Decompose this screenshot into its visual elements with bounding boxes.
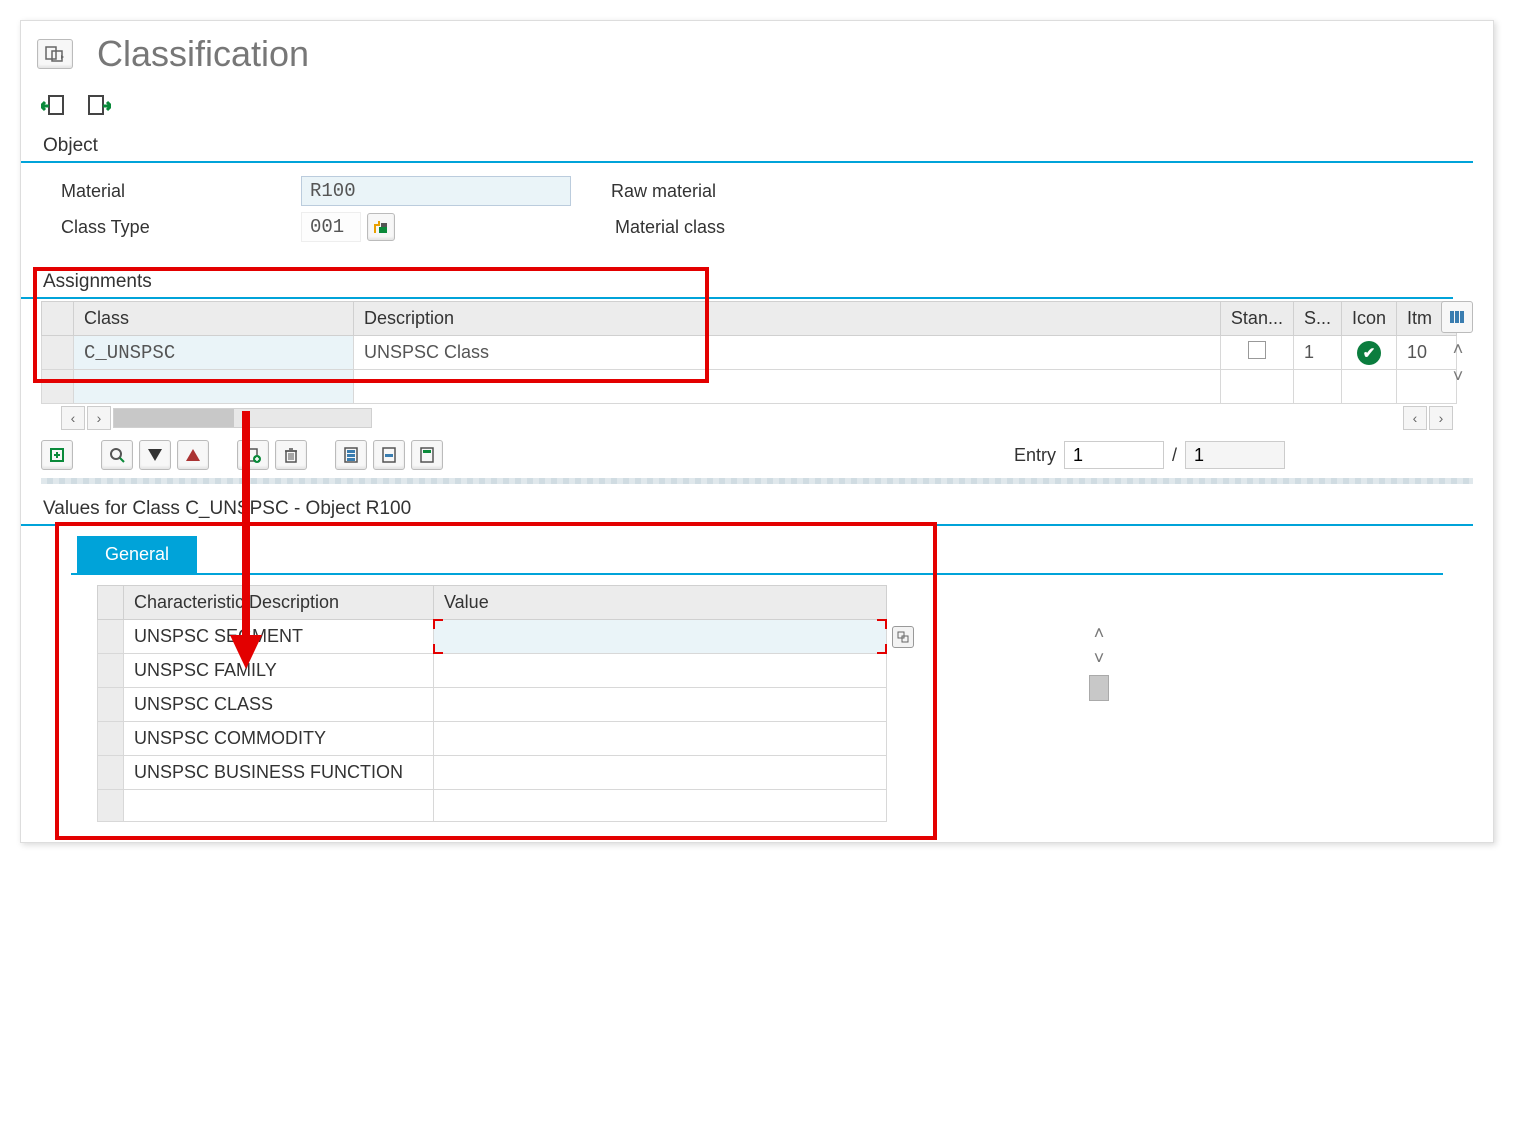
assignments-section: Assignments Class Description Stan... S.… [21, 271, 1493, 474]
next-object-button[interactable] [81, 91, 115, 121]
insert-row-button[interactable] [41, 440, 73, 470]
entry-current-input[interactable] [1064, 441, 1164, 469]
char-desc: UNSPSC SEGMENT [124, 620, 434, 654]
char-row[interactable]: UNSPSC SEGMENT [98, 620, 887, 654]
cell-class[interactable]: C_UNSPSC [74, 336, 354, 370]
assignments-toolbar: Entry / [21, 436, 1493, 474]
hscroll-thumb[interactable] [114, 409, 234, 427]
char-desc: UNSPSC COMMODITY [124, 722, 434, 756]
cell-icon: ✔ [1341, 336, 1396, 370]
characteristics-table: Characteristic Description Value UNSPSC … [97, 585, 887, 822]
char-desc: UNSPSC CLASS [124, 688, 434, 722]
scroll-up-icon[interactable]: ˄ [1443, 339, 1473, 360]
select-block-button[interactable] [373, 440, 405, 470]
col-class: Class [74, 302, 354, 336]
check-ok-icon: ✔ [1357, 341, 1381, 365]
char-value-input[interactable] [434, 688, 887, 722]
nav-row [21, 87, 1493, 135]
hscroll-right2-icon[interactable]: › [1429, 406, 1453, 430]
values-header: Values for Class C_UNSPSC - Object R100 [21, 484, 1473, 526]
material-input[interactable] [301, 176, 571, 206]
column-config-button[interactable] [1441, 301, 1473, 333]
entry-label: Entry [1014, 445, 1056, 466]
menu-icon[interactable] [37, 39, 73, 69]
char-desc: UNSPSC BUSINESS FUNCTION [124, 756, 434, 790]
deselect-all-button[interactable] [411, 440, 443, 470]
scroll-down-icon[interactable]: ˅ [1443, 366, 1473, 387]
classtype-desc: Material class [615, 217, 725, 238]
classtype-label: Class Type [61, 217, 301, 238]
prev-object-button[interactable] [37, 91, 71, 121]
object-form: Material Raw material Class Type Materia… [21, 163, 1493, 261]
assignment-row-empty[interactable] [42, 370, 1457, 404]
scroll-down-icon[interactable]: ˅ [1085, 648, 1113, 669]
sort-asc-button[interactable] [177, 440, 209, 470]
tab-general[interactable]: General [77, 536, 197, 573]
assignments-table: Class Description Stan... S... Icon Itm … [41, 301, 1457, 404]
page-title: Classification [97, 33, 309, 75]
char-row[interactable]: UNSPSC COMMODITY [98, 722, 887, 756]
cell-description: UNSPSC Class [354, 336, 1221, 370]
col-stan: Stan... [1220, 302, 1293, 336]
char-value-input[interactable] [434, 654, 887, 688]
char-desc: UNSPSC FAMILY [124, 654, 434, 688]
cell-stan[interactable] [1220, 336, 1293, 370]
col-value: Value [434, 586, 887, 620]
value-help-button[interactable] [892, 626, 914, 648]
vscroll-assignments[interactable]: ˄ ˅ [1443, 339, 1473, 387]
classtype-help-button[interactable] [367, 213, 395, 241]
char-row[interactable]: UNSPSC FAMILY [98, 654, 887, 688]
assignments-header: Assignments [21, 271, 1453, 299]
col-icon: Icon [1341, 302, 1396, 336]
hscroll-left2-icon[interactable]: ‹ [1403, 406, 1427, 430]
scroll-up-icon[interactable]: ˄ [1085, 623, 1113, 644]
title-bar: Classification [21, 21, 1493, 87]
delete-button[interactable] [275, 440, 307, 470]
hscroll-left-icon[interactable]: ‹ [61, 406, 85, 430]
col-s: S... [1293, 302, 1341, 336]
add-row-button[interactable] [237, 440, 269, 470]
cell-s: 1 [1293, 336, 1341, 370]
col-description: Description [354, 302, 1221, 336]
select-all-button[interactable] [335, 440, 367, 470]
entry-sep: / [1172, 445, 1177, 466]
vscroll-characteristics[interactable]: ˄ ˅ [1085, 623, 1113, 703]
hscroll-assignments[interactable]: ‹ › ‹ › [61, 406, 1453, 430]
char-row[interactable]: UNSPSC BUSINESS FUNCTION [98, 756, 887, 790]
char-value-input[interactable] [434, 722, 887, 756]
col-char-desc: Characteristic Description [124, 586, 434, 620]
assignment-row[interactable]: C_UNSPSC UNSPSC Class 1 ✔ 10 [42, 336, 1457, 370]
entry-total-input [1185, 441, 1285, 469]
hscroll-right-icon[interactable]: › [87, 406, 111, 430]
char-value-input[interactable] [434, 756, 887, 790]
char-value-input[interactable] [434, 620, 887, 654]
window: Classification Object Material Raw mater… [20, 20, 1494, 843]
char-row-empty[interactable] [98, 790, 887, 822]
classtype-input[interactable] [301, 212, 361, 242]
scroll-thumb[interactable] [1089, 675, 1109, 701]
material-desc: Raw material [611, 181, 716, 202]
find-button[interactable] [101, 440, 133, 470]
object-section-header: Object [21, 135, 1473, 163]
sort-desc-button[interactable] [139, 440, 171, 470]
char-row[interactable]: UNSPSC CLASS [98, 688, 887, 722]
material-label: Material [61, 181, 301, 202]
